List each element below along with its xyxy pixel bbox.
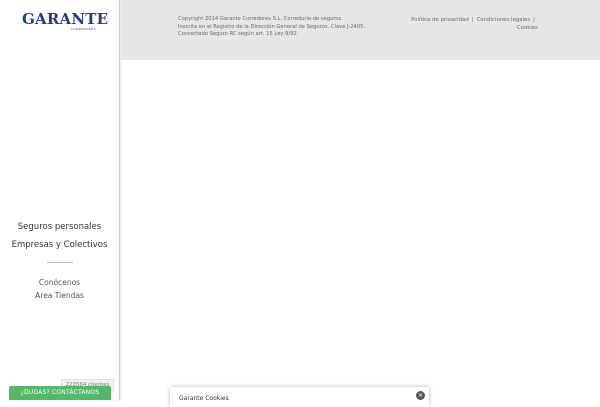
legal-links: Política de privacidad | Condiciones legal… xyxy=(398,16,538,32)
copyright-text: Copyright 2014 Garante Corredores S.L. C… xyxy=(178,16,398,39)
legal-conditions-link[interactable]: Condiciones legales xyxy=(477,17,531,23)
garante-logo[interactable]: GARANTE CORREDORES xyxy=(22,10,109,31)
link-separator: | xyxy=(471,17,474,23)
logo-text: GARANTE xyxy=(22,10,109,28)
link-separator: | xyxy=(533,17,535,23)
privacy-policy-link[interactable]: Política de privacidad xyxy=(411,17,469,23)
nav-item-seguros-personales[interactable]: Seguros personales xyxy=(0,218,119,236)
footer: Copyright 2014 Garante Corredores S.L. C… xyxy=(121,0,600,60)
nav-item-conocenos[interactable]: Conócenos xyxy=(0,276,119,289)
contact-button[interactable]: ¿DUDAS? CONTÁCTANOS xyxy=(9,386,111,400)
copyright-line: Concertado Seguro RC según art. 15 Ley 9… xyxy=(178,31,297,38)
nav-divider xyxy=(47,262,73,263)
sidebar: GARANTE CORREDORES Seguros personales Em… xyxy=(0,0,120,400)
cookies-link[interactable]: Cookies xyxy=(517,25,538,31)
cookie-panel-title: Garante Cookies xyxy=(179,395,229,402)
copyright-line: Copyright 2014 Garante Corredores S.L. C… xyxy=(178,16,343,22)
nav-item-empresas-colectivos[interactable]: Empresas y Colectivos xyxy=(0,236,119,254)
secondary-nav: Conócenos Area Tiendas xyxy=(0,276,119,302)
cookie-panel: Garante Cookies × xyxy=(170,387,429,407)
main-nav: Seguros personales Empresas y Colectivos xyxy=(0,218,119,254)
close-icon[interactable]: × xyxy=(416,391,425,400)
nav-item-area-tiendas[interactable]: Area Tiendas xyxy=(0,289,119,302)
